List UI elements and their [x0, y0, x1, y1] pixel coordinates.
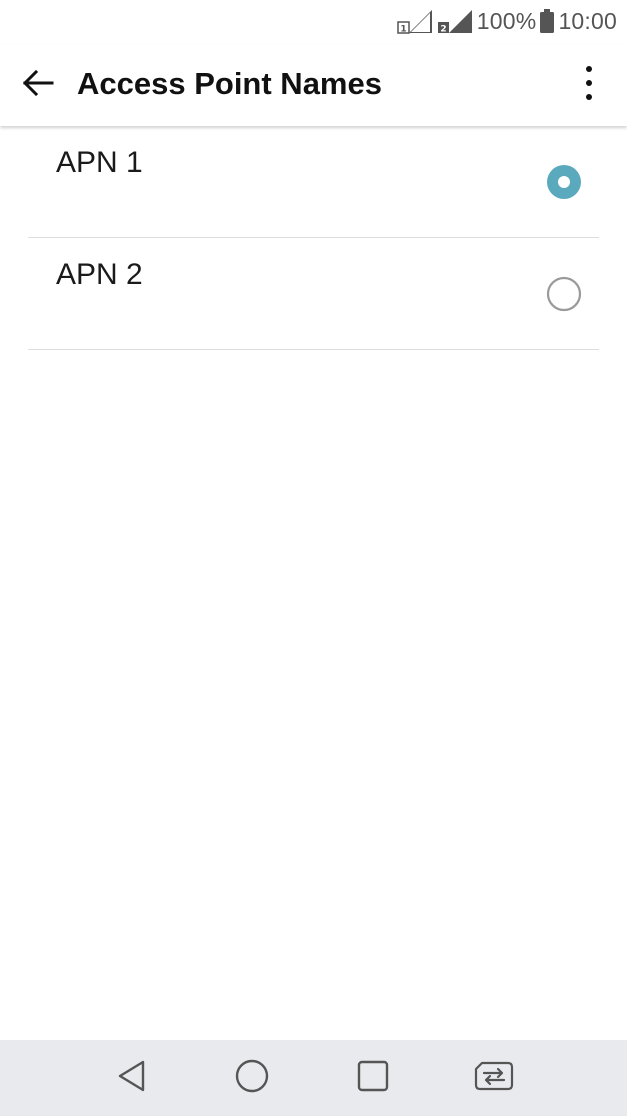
back-button[interactable]: [14, 61, 62, 109]
apn-list: APN 1 APN 2: [0, 126, 627, 350]
sim1-label: 1: [400, 25, 406, 35]
divider: [28, 349, 599, 350]
more-options-button[interactable]: [565, 61, 613, 109]
apn-name: APN 1: [56, 146, 143, 179]
status-bar: 1 2 100% 10:00: [0, 0, 627, 44]
recents-square-icon: [356, 1059, 390, 1098]
sim2-label: 2: [440, 25, 446, 35]
apn-name: APN 2: [56, 258, 143, 291]
back-triangle-icon: [116, 1059, 148, 1098]
nav-recents-button[interactable]: [349, 1054, 397, 1102]
home-circle-icon: [235, 1059, 269, 1098]
app-bar: Access Point Names: [0, 44, 627, 126]
navigation-bar: [0, 1040, 627, 1116]
apn-item-2[interactable]: APN 2: [0, 238, 627, 350]
sim-switch-icon: [474, 1061, 514, 1096]
clock: 10:00: [558, 7, 617, 34]
page-title: Access Point Names: [77, 66, 382, 101]
battery-icon: [540, 9, 555, 33]
apn-radio-unselected[interactable]: [546, 276, 582, 312]
nav-sim-switch-button[interactable]: [470, 1054, 518, 1102]
more-vert-icon: [585, 65, 593, 106]
apn-radio-selected[interactable]: [546, 164, 582, 200]
arrow-back-icon: [22, 69, 54, 102]
status-icons: 1 2 100% 10:00: [397, 6, 617, 36]
sim1-signal-icon: 1: [397, 8, 433, 34]
battery-percent: 100%: [476, 7, 537, 34]
apn-item-1[interactable]: APN 1: [0, 126, 627, 238]
nav-home-button[interactable]: [228, 1054, 276, 1102]
nav-back-button[interactable]: [108, 1054, 156, 1102]
sim2-signal-icon: 2: [437, 8, 473, 34]
